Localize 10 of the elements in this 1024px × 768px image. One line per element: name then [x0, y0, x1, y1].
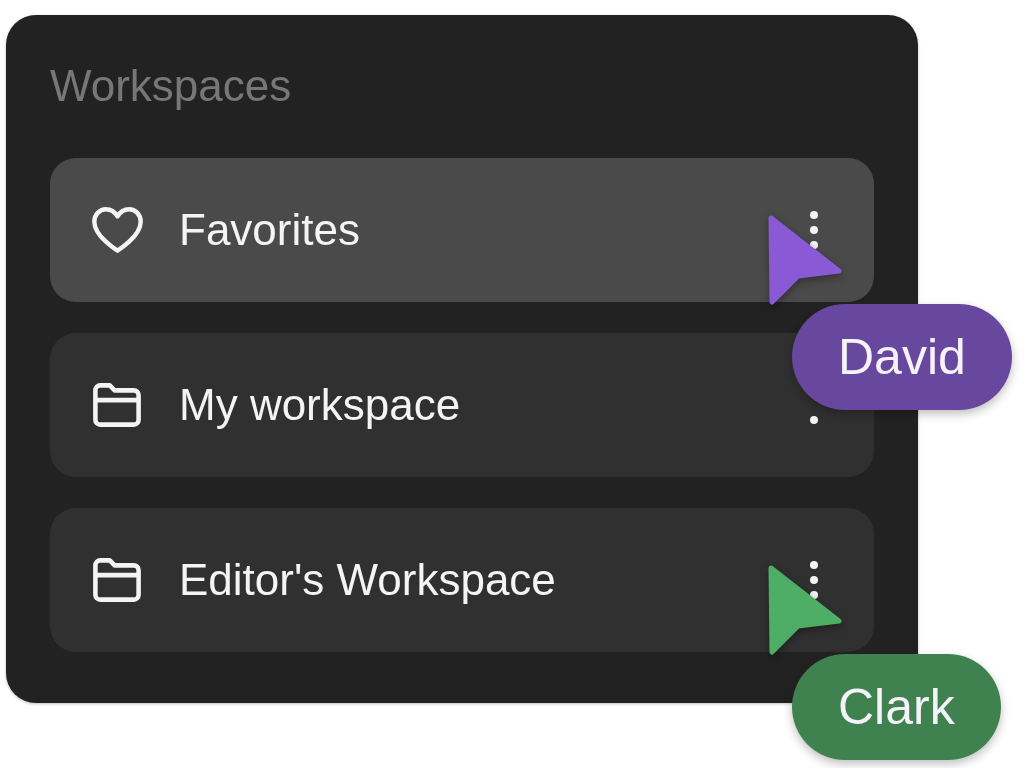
- folder-icon: [93, 558, 141, 602]
- cursor-name-tag: David: [792, 304, 1012, 410]
- panel-title: Workspaces: [50, 60, 292, 112]
- folder-icon: [93, 383, 141, 427]
- cursor-name-tag: Clark: [792, 654, 1001, 760]
- more-options-icon[interactable]: [810, 211, 818, 249]
- workspace-item[interactable]: Favorites: [50, 158, 874, 302]
- heart-icon: [92, 207, 143, 253]
- more-options-icon[interactable]: [810, 561, 818, 599]
- workspace-item[interactable]: Editor's Workspace: [50, 508, 874, 652]
